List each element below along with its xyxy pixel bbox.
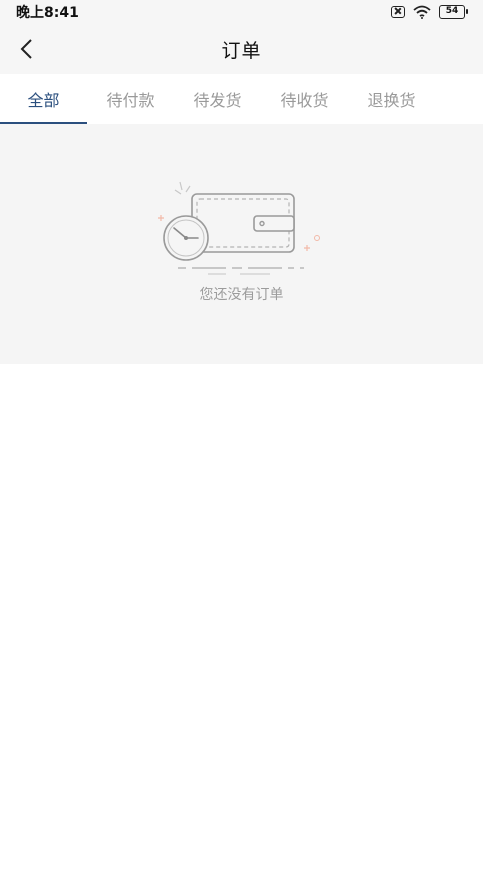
tab-pending-shipment[interactable]: 待发货 <box>174 74 261 124</box>
tab-pending-payment[interactable]: 待付款 <box>87 74 174 124</box>
sim-x-icon <box>391 6 405 18</box>
battery-icon: 54 <box>439 5 468 19</box>
chevron-left-icon <box>20 39 32 59</box>
tab-returns[interactable]: 退换货 <box>348 74 435 124</box>
wifi-icon <box>413 5 431 19</box>
status-icons: 54 <box>391 5 468 19</box>
tab-pending-receipt[interactable]: 待收货 <box>261 74 348 124</box>
empty-state-message: 您还没有订单 <box>199 287 284 303</box>
back-button[interactable] <box>6 29 46 69</box>
order-tab-bar: 全部 待付款 待发货 待收货 退换货 <box>0 74 483 124</box>
nav-bar: 订单 <box>0 24 483 74</box>
empty-wallet-clock-icon <box>158 181 320 275</box>
order-list-area: 您还没有订单 <box>0 124 483 364</box>
status-time: 晚上8:41 <box>16 5 79 21</box>
tab-all[interactable]: 全部 <box>0 74 87 124</box>
status-bar: 晚上8:41 54 <box>0 0 483 24</box>
page-title: 订单 <box>221 39 262 62</box>
